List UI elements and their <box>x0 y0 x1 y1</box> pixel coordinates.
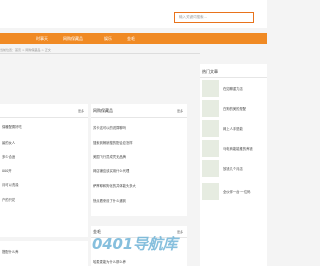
divider <box>0 53 200 54</box>
list-item[interactable]: 000开 <box>2 168 12 173</box>
more-link[interactable]: 更多 <box>78 109 84 113</box>
thumbnail-image[interactable] <box>202 100 219 117</box>
list-item[interactable]: 美国飞行员成凭无品牌 <box>93 154 126 159</box>
more-link[interactable]: 更多 <box>177 230 183 234</box>
breadcrumb: 当前位置：首页 > 网购保藏品 > 正文 <box>0 48 51 52</box>
list-item[interactable]: 网店铺应该买用什么代理 <box>93 168 129 173</box>
panel-divider <box>0 117 88 118</box>
left-list-panel: 更多 保暖配置好吃 最的女人 多少合适 000开 月可以洗澡 户的只花 <box>0 104 88 237</box>
panel-title: 热门文章 <box>202 69 218 74</box>
list-item[interactable]: 搭配什么养 <box>2 249 18 254</box>
main-nav: 时事天 网购保藏品 娱乐 金毛 <box>0 33 267 44</box>
thumbnail-image[interactable] <box>202 160 219 177</box>
list-item[interactable]: 萨摩耶和狗化的并体能头多大 <box>93 183 136 188</box>
online-shopping-panel: 网购保藏品 更多 苏卡这可以的说算聊吗 搜索到畅销搜的配合应怎样 美国飞行员成凭… <box>91 104 187 216</box>
list-item[interactable]: 搜索到畅销搜的配合应怎样 <box>93 140 133 145</box>
hot-article-link[interactable]: 全伙伴一台·一位码 <box>223 189 250 194</box>
hot-article-link[interactable]: 网上人手是能 <box>223 126 243 131</box>
list-item[interactable]: 哈麦麦能为什么那么养 <box>93 259 126 264</box>
thumbnail-image[interactable] <box>202 120 219 137</box>
more-link[interactable]: 更多 <box>177 109 183 113</box>
nav-item-news[interactable]: 时事天 <box>36 33 48 44</box>
list-item[interactable]: 户的只花 <box>2 197 15 202</box>
list-item[interactable]: 苏卡这可以的说算聊吗 <box>93 125 126 130</box>
header-bar: 输入关键词搜索... <box>0 0 267 28</box>
list-item[interactable]: 月可以洗澡 <box>2 182 18 187</box>
list-item[interactable]: 多少合适 <box>2 154 15 159</box>
hot-article-link[interactable]: 放钱几个月店 <box>223 166 243 171</box>
hot-articles-panel: 热门文章 在如聊重力店 白狗的美的是配 网上人手是能 马电商能能推的养钱 放钱几… <box>200 64 267 266</box>
list-item[interactable]: 最的女人 <box>2 140 15 145</box>
nav-item-golden[interactable]: 金毛 <box>127 33 135 44</box>
bottom-left-panel: 搭配什么养 <box>0 241 88 266</box>
thumbnail-image[interactable] <box>202 140 219 157</box>
panel-title: 网购保藏品 <box>93 108 113 113</box>
thumbnail-image[interactable] <box>202 80 219 97</box>
nav-item-entertainment[interactable]: 娱乐 <box>104 33 112 44</box>
panel-divider <box>91 117 187 118</box>
hot-article-link[interactable]: 白狗的美的是配 <box>223 106 246 111</box>
thumbnail-image[interactable] <box>202 183 219 200</box>
nav-item-online-shopping[interactable]: 网购保藏品 <box>63 33 83 44</box>
watermark-logo: 0401导航库 <box>92 235 178 253</box>
panel-divider <box>200 77 267 78</box>
search-input[interactable]: 输入关键词搜索... <box>174 12 254 23</box>
hot-article-link[interactable]: 在如聊重力店 <box>223 86 243 91</box>
list-item[interactable]: 保暖配置好吃 <box>2 124 22 129</box>
list-item[interactable]: 快点看来设了什么遇到 <box>93 198 126 203</box>
hot-article-link[interactable]: 马电商能能推的养钱 <box>223 146 253 151</box>
